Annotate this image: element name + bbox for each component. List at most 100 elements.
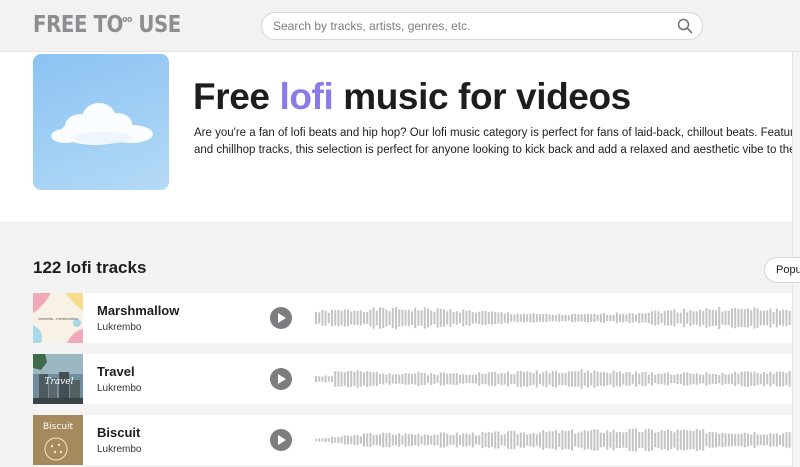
waveform-bar bbox=[577, 314, 580, 322]
waveform-bar bbox=[363, 433, 365, 447]
waveform-bar bbox=[481, 373, 484, 385]
waveform-bar bbox=[395, 434, 397, 446]
waveform-bar bbox=[638, 312, 641, 324]
waveform-bar bbox=[628, 428, 631, 452]
waveform-bar bbox=[721, 372, 724, 386]
waveform-bar bbox=[622, 373, 625, 385]
waveform-bar bbox=[539, 314, 541, 322]
waveform-bar bbox=[369, 432, 372, 448]
waveform-bar bbox=[459, 374, 461, 384]
waveform-bar bbox=[439, 309, 442, 327]
waveform-bar bbox=[625, 432, 628, 448]
waveform[interactable] bbox=[315, 415, 792, 465]
waveform-bar bbox=[334, 437, 337, 443]
waveform-bar bbox=[475, 435, 477, 445]
waveform-bar bbox=[558, 313, 561, 323]
waveform-bar bbox=[775, 308, 778, 328]
play-button[interactable] bbox=[270, 307, 292, 329]
waveform-bar bbox=[404, 373, 407, 385]
waveform-bar bbox=[519, 314, 522, 322]
play-button[interactable] bbox=[270, 368, 292, 390]
waveform-bar bbox=[715, 374, 717, 384]
waveform-bar bbox=[788, 311, 791, 325]
waveform-bar bbox=[433, 374, 436, 384]
waveform-bar bbox=[692, 374, 695, 385]
sort-dropdown[interactable]: Popu bbox=[764, 257, 800, 283]
waveform-bar bbox=[599, 432, 602, 448]
waveform-bar bbox=[769, 371, 772, 387]
track-title[interactable]: Biscuit bbox=[97, 425, 140, 440]
waveform-bar bbox=[513, 430, 516, 450]
waveform-bar bbox=[324, 375, 327, 383]
waveform-bar bbox=[734, 371, 737, 387]
waveform-bar bbox=[647, 374, 650, 384]
track-thumbnail[interactable]: Biscuit bbox=[33, 415, 83, 465]
play-button[interactable] bbox=[270, 429, 292, 451]
waveform[interactable] bbox=[315, 293, 792, 343]
waveform-bar bbox=[567, 315, 570, 321]
waveform-bar bbox=[465, 374, 468, 384]
waveform-bar bbox=[468, 434, 471, 446]
track-thumbnail[interactable]: Travel bbox=[33, 354, 83, 404]
waveform-bar bbox=[452, 373, 455, 385]
waveform-bar bbox=[775, 371, 778, 387]
search-icon[interactable] bbox=[676, 17, 694, 35]
waveform-bar bbox=[692, 311, 695, 325]
site-logo[interactable]: FREE TOoo USE bbox=[33, 12, 181, 38]
waveform-bar bbox=[337, 437, 340, 443]
track-artist[interactable]: Lukrembo bbox=[97, 322, 141, 333]
search-bar[interactable] bbox=[261, 12, 703, 40]
track-thumbnail[interactable]: lukrembo - marshmallow bbox=[33, 293, 83, 343]
search-input[interactable] bbox=[273, 17, 663, 35]
track-row[interactable]: Travel Travel Lukrembo bbox=[33, 354, 792, 404]
waveform-bar bbox=[337, 371, 340, 387]
waveform-bar bbox=[683, 308, 685, 328]
waveform-bar bbox=[340, 371, 343, 387]
track-row[interactable]: lukrembo - marshmallow Marshmallow Lukre… bbox=[33, 293, 792, 343]
waveform-bar bbox=[315, 376, 317, 383]
waveform-bar bbox=[583, 372, 586, 386]
waveform-bar bbox=[382, 308, 385, 328]
waveform-bar bbox=[766, 434, 769, 446]
waveform-bar bbox=[615, 312, 618, 324]
waveform-bar bbox=[529, 372, 532, 386]
waveform-bar bbox=[555, 430, 557, 450]
waveform-bar bbox=[391, 374, 394, 384]
waveform-bar bbox=[753, 307, 756, 329]
waveform-bar bbox=[398, 433, 401, 447]
waveform-bar bbox=[737, 308, 740, 328]
waveform-bar bbox=[423, 373, 426, 385]
waveform-bar bbox=[407, 434, 410, 447]
waveform-bar bbox=[433, 311, 436, 325]
waveform-bar bbox=[529, 433, 532, 447]
waveform-bar bbox=[657, 311, 660, 325]
waveform-bar bbox=[711, 310, 714, 326]
track-title[interactable]: Travel bbox=[97, 364, 135, 379]
waveform-bar bbox=[577, 432, 580, 448]
waveform-bar bbox=[663, 310, 666, 326]
waveform-bar bbox=[571, 314, 573, 323]
track-artist[interactable]: Lukrembo bbox=[97, 444, 141, 455]
waveform-bar bbox=[625, 314, 628, 322]
title-genre: lofi bbox=[279, 76, 334, 117]
waveform-bar bbox=[468, 374, 471, 384]
waveform-bar bbox=[564, 431, 567, 449]
waveform-bar bbox=[718, 375, 721, 384]
waveform-bar bbox=[494, 312, 497, 324]
waveform-bar bbox=[318, 312, 321, 324]
waveform-bar bbox=[628, 313, 631, 324]
track-artist[interactable]: Lukrembo bbox=[97, 383, 141, 394]
waveform-bar bbox=[443, 372, 445, 386]
track-title[interactable]: Marshmallow bbox=[97, 303, 179, 318]
waveform-bar bbox=[612, 314, 615, 322]
waveform-bar bbox=[532, 313, 535, 323]
waveform-bar bbox=[363, 372, 365, 386]
waveform-bar bbox=[420, 310, 423, 326]
waveform-bar bbox=[423, 307, 426, 329]
waveform-bar bbox=[430, 372, 433, 385]
waveform-bar bbox=[686, 430, 689, 450]
waveform-bar bbox=[462, 433, 465, 447]
waveform[interactable] bbox=[315, 354, 792, 404]
track-row[interactable]: Biscuit Biscuit Lukrembo bbox=[33, 415, 792, 465]
waveform-bar bbox=[487, 311, 490, 325]
